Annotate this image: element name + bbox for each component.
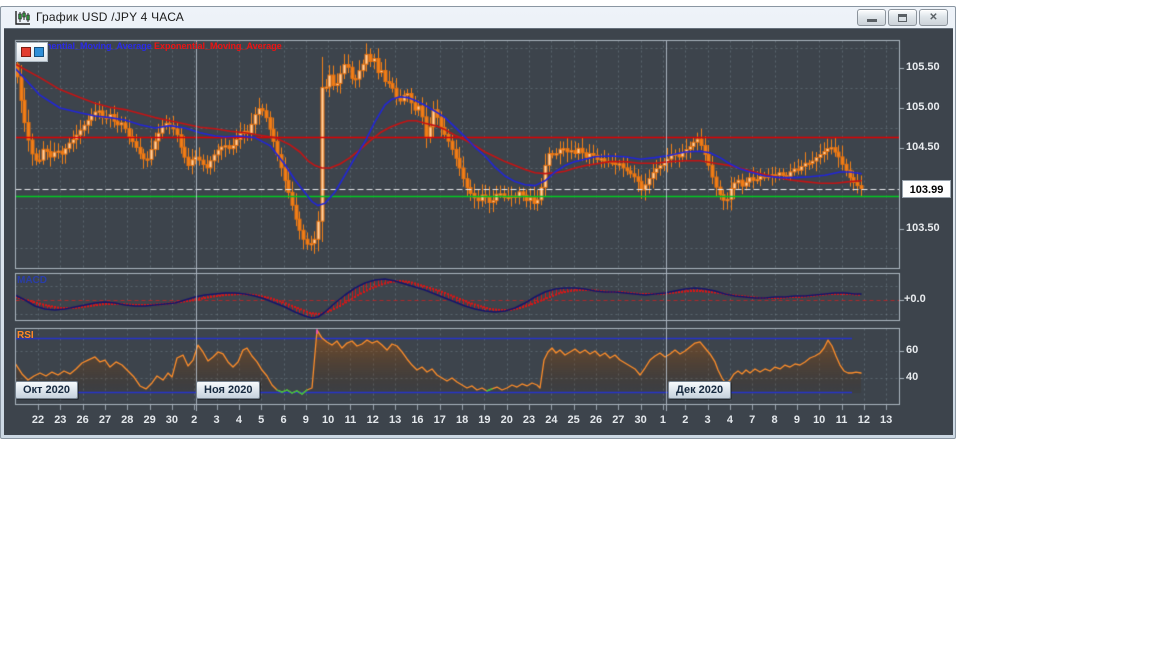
close-icon: ✕: [929, 11, 938, 23]
minimize-icon: [866, 19, 877, 22]
blue-indicator-button[interactable]: [33, 47, 44, 57]
desktop: График USD /JPY 4 ЧАСА ✕ Exponential_Mov…: [0, 0, 1152, 648]
close-button[interactable]: ✕: [919, 9, 948, 26]
minimize-button[interactable]: [857, 9, 886, 26]
red-indicator-button[interactable]: [20, 47, 31, 57]
chart-canvas[interactable]: [0, 0, 1152, 460]
window-titlebar[interactable]: График USD /JPY 4 ЧАСА ✕: [0, 6, 956, 28]
restore-button[interactable]: [888, 9, 917, 26]
indicator-toolbar: [16, 42, 48, 62]
window-title: График USD /JPY 4 ЧАСА: [36, 10, 185, 24]
window-controls: ✕: [857, 9, 948, 26]
restore-icon: [898, 13, 907, 22]
candlestick-chart-icon: [15, 10, 31, 25]
